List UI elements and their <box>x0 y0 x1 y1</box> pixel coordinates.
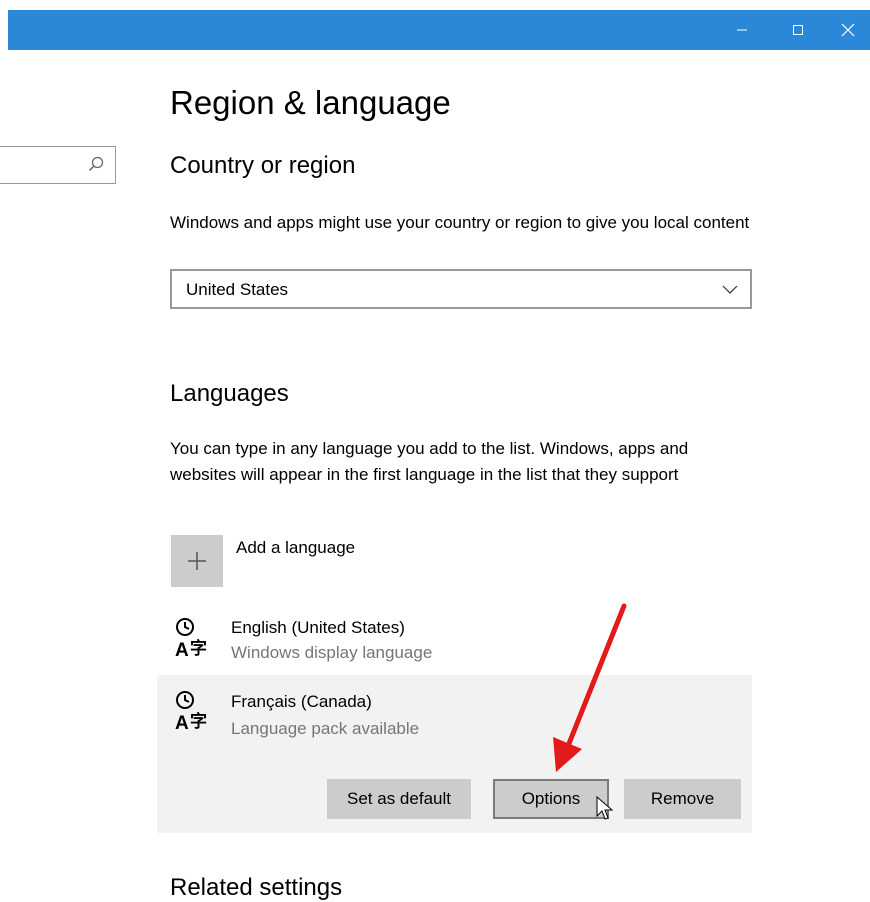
add-language-button[interactable] <box>171 535 223 587</box>
mouse-pointer-icon <box>596 796 614 820</box>
search-input[interactable] <box>0 146 116 184</box>
remove-button[interactable]: Remove <box>624 779 741 819</box>
svg-text:字: 字 <box>190 638 207 659</box>
svg-text:A: A <box>175 713 189 733</box>
country-heading: Country or region <box>170 152 356 179</box>
maximize-icon <box>793 25 803 35</box>
language-item-french[interactable]: A 字 Français (Canada) Language pack avai… <box>157 675 752 833</box>
maximize-button[interactable] <box>776 10 820 50</box>
language-name: Français (Canada) <box>231 692 372 711</box>
search-icon <box>88 156 104 172</box>
options-button[interactable]: Options <box>493 779 609 819</box>
svg-text:字: 字 <box>190 711 207 732</box>
language-icon: A 字 <box>175 618 207 660</box>
related-settings-heading: Related settings <box>170 874 343 901</box>
plus-icon <box>188 552 206 570</box>
title-bar <box>8 10 870 50</box>
language-icon: A 字 <box>175 691 207 733</box>
chevron-down-icon <box>722 285 738 294</box>
language-status: Language pack available <box>231 719 420 738</box>
set-as-default-button[interactable]: Set as default <box>327 779 471 819</box>
svg-text:A: A <box>175 640 189 660</box>
close-button[interactable] <box>826 10 870 50</box>
minimize-icon <box>737 29 747 31</box>
languages-description: You can type in any language you add to … <box>170 439 689 484</box>
language-status: Windows display language <box>231 643 433 662</box>
close-icon <box>841 23 855 37</box>
minimize-button[interactable] <box>720 10 764 50</box>
language-item-english[interactable]: A 字 English (United States) Windows disp… <box>157 610 752 670</box>
language-name: English (United States) <box>231 618 405 637</box>
languages-heading: Languages <box>170 380 289 407</box>
page-title: Region & language <box>170 84 451 121</box>
country-dropdown[interactable]: United States <box>170 269 752 309</box>
add-language-label[interactable]: Add a language <box>236 538 355 558</box>
country-dropdown-value: United States <box>186 280 289 299</box>
country-description: Windows and apps might use your country … <box>170 213 750 232</box>
